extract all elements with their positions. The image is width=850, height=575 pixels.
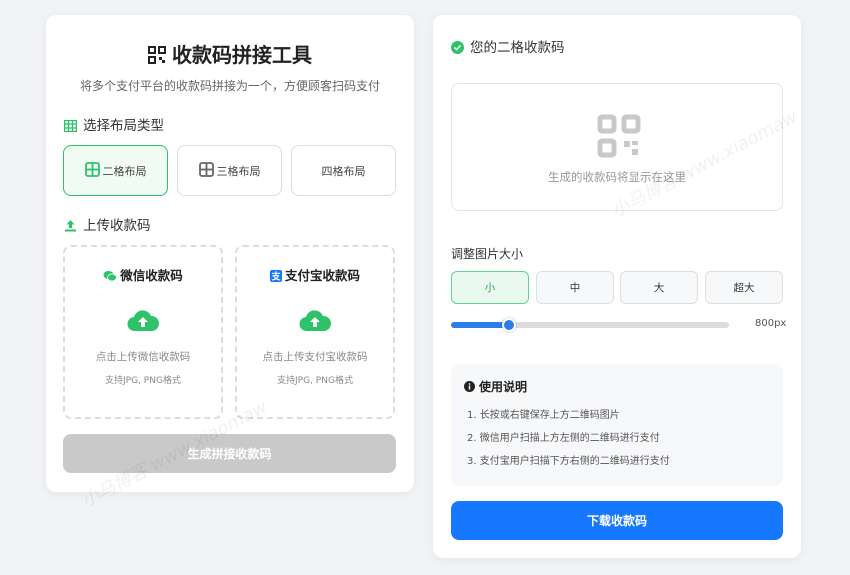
size-xlarge-button[interactable]: 超大	[705, 271, 783, 304]
layout-section-label: 选择布局类型	[63, 114, 164, 136]
cloud-upload-icon	[299, 309, 332, 337]
upload-icon	[64, 219, 77, 236]
size-small-button[interactable]: 小	[451, 271, 529, 304]
layout-two-grid-button[interactable]: 二格布局	[63, 145, 168, 196]
svg-text:支: 支	[270, 271, 281, 283]
qrcode-placeholder-icon	[597, 114, 641, 162]
info-icon	[464, 381, 475, 395]
size-large-button[interactable]: 大	[620, 271, 698, 304]
wechat-icon	[103, 270, 118, 285]
layout-four-grid-button[interactable]: 四格布局	[291, 145, 396, 196]
page-title-text: 收款码拼接工具	[172, 43, 312, 67]
size-label: 调整图片大小	[451, 247, 524, 261]
layout-three-grid-button[interactable]: 三格布局	[177, 145, 282, 196]
check-circle-icon	[451, 41, 464, 58]
wechat-upload-title: 微信收款码	[65, 265, 221, 285]
wechat-upload-area[interactable]: 微信收款码 点击上传微信收款码 支持JPG, PNG格式	[63, 245, 223, 419]
cloud-upload-icon	[127, 309, 160, 337]
generate-button[interactable]: 生成拼接收款码	[63, 434, 396, 473]
alipay-icon: 支	[269, 270, 282, 285]
alipay-upload-title: 支 支付宝收款码	[269, 268, 360, 285]
result-panel: 您的二格收款码 生成的收款码将显示在这里 调整图片大小 小 中 大 超大 800…	[433, 15, 801, 558]
page-title: 收款码拼接工具	[46, 39, 414, 69]
instruction-item: 3. 支付宝用户扫描下方右侧的二维码进行支付	[467, 456, 670, 467]
qrcode-icon	[148, 45, 166, 69]
upload-section-label: 上传收款码	[64, 214, 151, 236]
table-icon	[63, 119, 78, 136]
wechat-upload-hint: 点击上传微信收款码	[95, 351, 191, 363]
alipay-upload-area[interactable]: 支 支付宝收款码 点击上传支付宝收款码 支持JPG, PNG格式	[235, 245, 395, 419]
instruction-item: 1. 长按或右键保存上方二维码图片	[467, 410, 620, 421]
size-slider-fill	[451, 322, 510, 328]
alipay-upload-formats: 支持JPG, PNG格式	[277, 376, 353, 386]
result-title: 您的二格收款码	[451, 36, 565, 58]
wechat-upload-formats: 支持JPG, PNG格式	[105, 376, 181, 386]
size-value: 800px	[755, 318, 787, 329]
grid-3-icon	[198, 161, 214, 180]
grid-2-icon	[84, 161, 100, 180]
size-medium-button[interactable]: 中	[536, 271, 614, 304]
download-button[interactable]: 下载收款码	[451, 501, 783, 540]
size-slider[interactable]	[451, 318, 729, 332]
size-slider-thumb[interactable]	[502, 318, 517, 332]
alipay-upload-hint: 点击上传支付宝收款码	[262, 351, 368, 363]
instruction-item: 2. 微信用户扫描上方左侧的二维码进行支付	[467, 433, 660, 444]
preview-placeholder-text: 生成的收款码将显示在这里	[548, 170, 686, 184]
page-subtitle: 将多个支付平台的收款码拼接为一个，方便顾客扫码支付	[79, 79, 380, 93]
generator-panel: 收款码拼接工具 将多个支付平台的收款码拼接为一个，方便顾客扫码支付 选择布局类型…	[46, 15, 414, 492]
instructions-title: 使用说明	[464, 378, 527, 395]
instructions-box: 使用说明 1. 长按或右键保存上方二维码图片 2. 微信用户扫描上方左侧的二维码…	[451, 364, 783, 486]
qrcode-preview: 生成的收款码将显示在这里	[451, 83, 783, 211]
